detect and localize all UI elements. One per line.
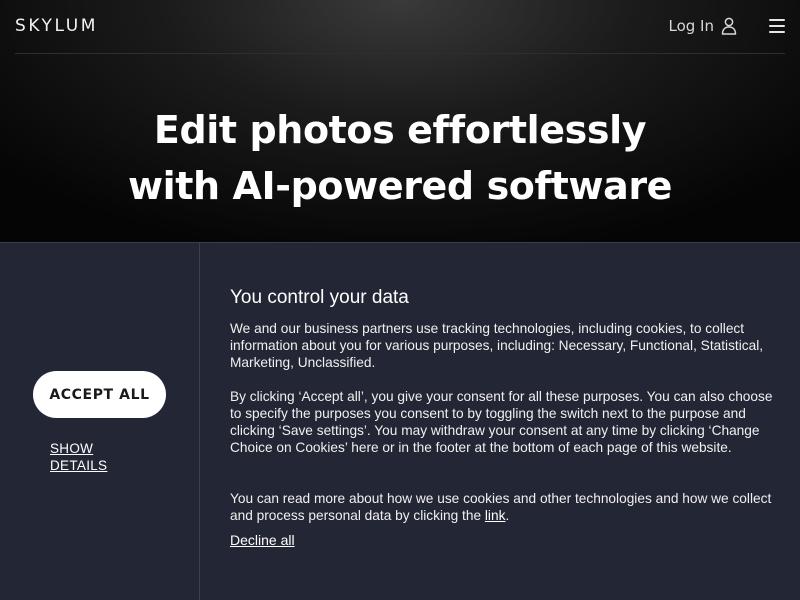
consent-paragraph-3: You can read more about how we use cooki… xyxy=(230,490,775,524)
privacy-link[interactable]: link xyxy=(485,508,506,523)
login-label[interactable]: Log In xyxy=(669,17,715,35)
consent-paragraph-1: We and our business partners use trackin… xyxy=(230,321,764,370)
login-link[interactable]: Log In xyxy=(669,17,738,35)
headline-line-2: with AI-powered software xyxy=(127,164,673,208)
consent-actions-panel: ACCEPT ALL SHOW DETAILS xyxy=(0,243,200,600)
consent-title: You control your data xyxy=(230,287,409,308)
show-details-link[interactable]: SHOW DETAILS xyxy=(50,440,107,474)
accept-all-button[interactable]: ACCEPT ALL xyxy=(33,371,166,418)
hero-section: SKYLUM Log In Edit photos effortlessly w… xyxy=(0,0,800,242)
paragraph-3-end: . xyxy=(505,508,510,523)
headline-line-1: Edit photos effortlessly xyxy=(153,108,647,152)
consent-paragraph-2: By clicking ‘Accept all’, you give your … xyxy=(230,389,773,455)
hero-headline: Edit photos effortlessly with AI-powered… xyxy=(0,102,800,214)
top-navigation-bar: SKYLUM Log In xyxy=(15,0,785,54)
skylum-logo[interactable]: SKYLUM xyxy=(15,16,98,36)
user-icon[interactable] xyxy=(721,17,737,35)
show-details-line-1[interactable]: SHOW xyxy=(50,440,107,457)
decline-all-link[interactable]: Decline all xyxy=(230,532,295,548)
cookie-consent-banner: ACCEPT ALL SHOW DETAILS You control your… xyxy=(0,242,800,600)
hamburger-menu-icon[interactable] xyxy=(769,19,785,34)
show-details-line-2[interactable]: DETAILS xyxy=(50,457,107,474)
